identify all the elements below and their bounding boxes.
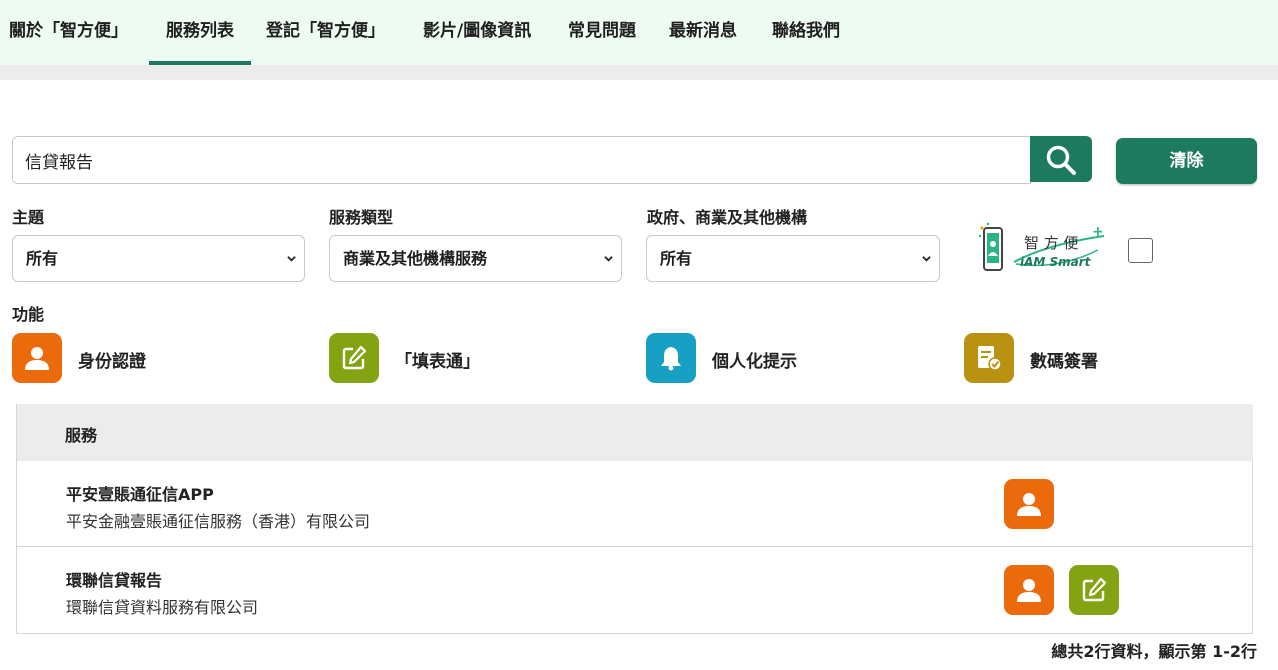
table-row[interactable]: 環聯信貸報告 環聯信貸資料服務有限公司 — [17, 547, 1253, 633]
chevron-down-icon — [922, 256, 931, 262]
row-identity-badge — [1004, 565, 1054, 615]
table-row[interactable]: 平安壹賬通征信APP 平安金融壹賬通征信服務（香港）有限公司 — [17, 461, 1253, 547]
nav-item-news[interactable]: 最新消息 — [669, 0, 737, 65]
service-type-label: 服務類型 — [329, 208, 394, 227]
function-eform-button[interactable] — [329, 333, 379, 383]
person-icon — [1017, 493, 1041, 516]
result-count: 總共2行資料，顯示第 1-2行 — [1051, 642, 1257, 661]
iam-smart-checkbox[interactable] — [1128, 238, 1153, 263]
edit-form-icon — [342, 345, 367, 370]
functions-label: 功能 — [12, 305, 45, 324]
nav-item-about[interactable]: 關於「智方便」 — [9, 0, 128, 65]
topic-label: 主題 — [12, 208, 45, 227]
iam-smart-logo: 智 方 便 iAM Smart + — [978, 222, 1105, 271]
service-name[interactable]: 環聯信貸報告 — [66, 567, 162, 591]
row-eform-badge — [1069, 565, 1119, 615]
search-input[interactable] — [12, 136, 1031, 184]
svg-text:+: + — [1092, 224, 1104, 240]
logo-cn-text: 智 方 便 — [1024, 234, 1079, 252]
service-type-select-value: 商業及其他機構服務 — [343, 249, 488, 268]
person-icon — [25, 347, 49, 370]
clear-button[interactable]: 清除 — [1116, 138, 1257, 184]
topic-select-value: 所有 — [26, 249, 59, 268]
service-organization: 平安金融壹賬通征信服務（香港）有限公司 — [66, 512, 371, 531]
topic-select[interactable]: 所有 — [12, 235, 305, 282]
search-button[interactable] — [1030, 136, 1092, 182]
function-identity-label[interactable]: 身份認證 — [78, 347, 146, 372]
edit-form-icon — [1082, 577, 1107, 602]
nav-item-register[interactable]: 登記「智方便」 — [266, 0, 385, 65]
search-icon — [1046, 145, 1076, 175]
table-header: 服務 — [17, 404, 1253, 461]
organization-select[interactable]: 所有 — [646, 235, 940, 282]
function-signing-label[interactable]: 數碼簽署 — [1030, 347, 1098, 372]
service-organization: 環聯信貸資料服務有限公司 — [66, 598, 259, 617]
nav-item-service-list[interactable]: 服務列表 — [149, 0, 251, 65]
logo-en-text: iAM Smart — [1020, 255, 1092, 269]
row-identity-badge — [1004, 479, 1054, 529]
function-signing-button[interactable] — [964, 333, 1014, 383]
bell-icon — [661, 347, 681, 371]
organization-label: 政府、商業及其他機構 — [647, 208, 808, 227]
function-eform-label[interactable]: 「填表通」 — [395, 347, 480, 372]
signed-document-icon — [978, 346, 1002, 371]
person-icon — [1017, 579, 1041, 602]
chevron-down-icon — [287, 256, 296, 262]
function-alerts-label[interactable]: 個人化提示 — [712, 347, 797, 372]
organization-select-value: 所有 — [660, 249, 693, 268]
service-type-select[interactable]: 商業及其他機構服務 — [329, 235, 622, 282]
nav-item-videos[interactable]: 影片/圖像資訊 — [423, 0, 531, 65]
nav-item-faq[interactable]: 常見問題 — [568, 0, 636, 65]
nav-item-contact[interactable]: 聯絡我們 — [772, 0, 840, 65]
top-navigation: 關於「智方便」 服務列表 登記「智方便」 影片/圖像資訊 常見問題 最新消息 聯… — [0, 0, 1278, 65]
function-alerts-button[interactable] — [646, 333, 696, 383]
chevron-down-icon — [604, 256, 613, 262]
services-table: 服務 平安壹賬通征信APP 平安金融壹賬通征信服務（香港）有限公司 環聯信貸報告… — [16, 404, 1253, 634]
nav-divider — [0, 65, 1278, 80]
service-name[interactable]: 平安壹賬通征信APP — [66, 481, 214, 505]
function-identity-button[interactable] — [12, 333, 62, 383]
table-header-service: 服務 — [65, 426, 98, 445]
